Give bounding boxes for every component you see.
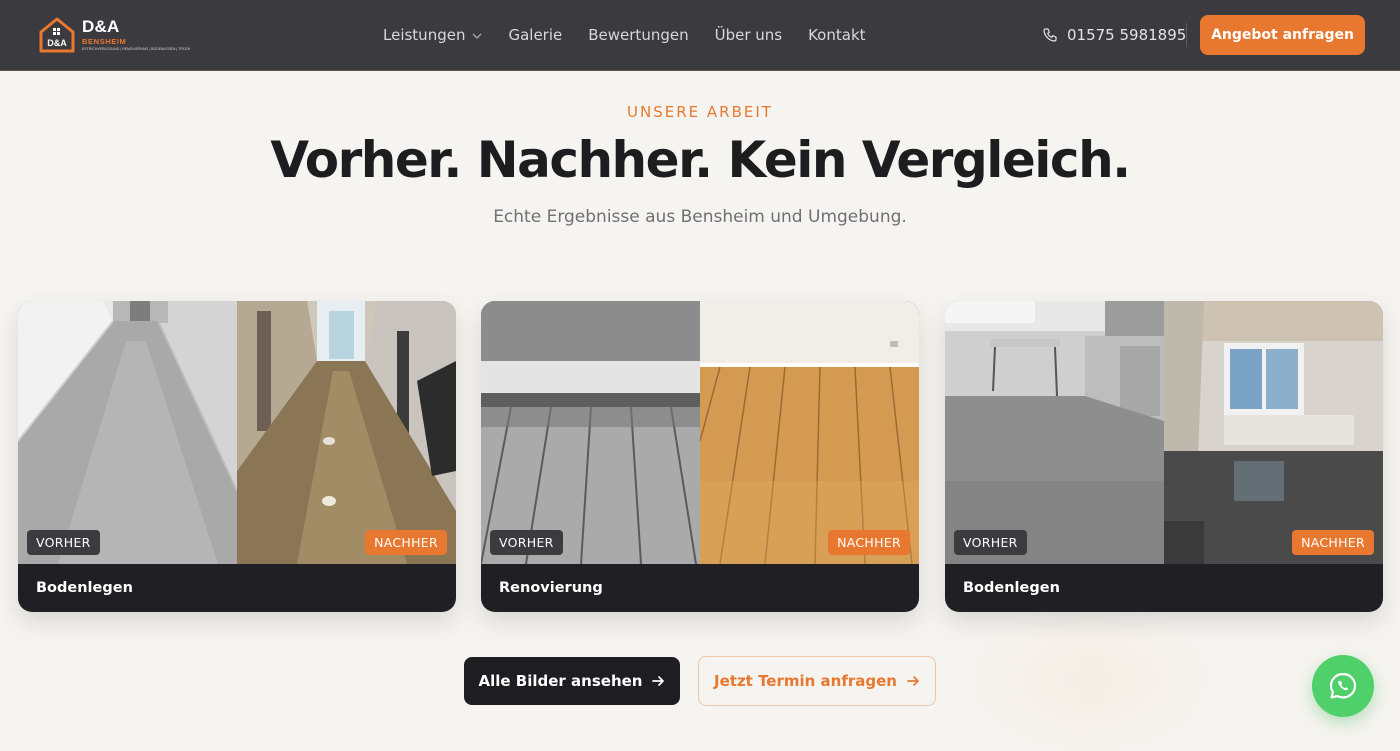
nav-item-ueber-uns[interactable]: Über uns (715, 26, 783, 44)
after-badge: NACHHER (828, 530, 910, 555)
after-image (237, 301, 456, 564)
nav-item-label: Leistungen (383, 26, 466, 44)
request-appointment-button[interactable]: Jetzt Termin anfragen (698, 656, 936, 706)
section-eyebrow: UNSERE ARBEIT (627, 103, 773, 121)
phone-link[interactable]: 01575 5981895 (1042, 24, 1186, 46)
nav-item-leistungen[interactable]: Leistungen (383, 26, 482, 44)
gallery-card[interactable]: VORHER NACHHER Renovierung (481, 301, 919, 612)
after-badge: NACHHER (365, 530, 447, 555)
site-header: D&A D&A BENSHEIM ESTRICHVERLEGUNG | RENO… (0, 0, 1400, 71)
whatsapp-icon (1329, 672, 1357, 699)
card-caption: Bodenlegen (36, 580, 133, 596)
brand-subtitle: BENSHEIM (82, 37, 127, 46)
card-caption: Renovierung (499, 580, 603, 596)
before-after-image: VORHER NACHHER (18, 301, 456, 564)
nav-item-kontakt[interactable]: Kontakt (808, 26, 865, 44)
request-appointment-label: Jetzt Termin anfragen (714, 672, 897, 690)
arrow-right-icon (907, 676, 919, 686)
house-logo-icon: D&A (39, 17, 75, 53)
gallery-card[interactable]: VORHER NACHHER Bodenlegen (945, 301, 1383, 612)
before-badge: VORHER (954, 530, 1027, 555)
before-after-image: VORHER NACHHER (481, 301, 919, 564)
chevron-down-icon (473, 33, 482, 39)
nav-item-bewertungen[interactable]: Bewertungen (588, 26, 688, 44)
brand-logo[interactable]: D&A D&A BENSHEIM ESTRICHVERLEGUNG | RENO… (38, 16, 190, 54)
card-caption: Bodenlegen (963, 580, 1060, 596)
arrow-right-icon (652, 676, 665, 686)
request-quote-button[interactable]: Angebot anfragen (1200, 15, 1365, 55)
view-all-images-label: Alle Bilder ansehen (478, 672, 643, 690)
before-image (945, 301, 1164, 564)
before-after-image: VORHER NACHHER (945, 301, 1383, 564)
main-nav: Leistungen Galerie Bewertungen Über uns … (383, 24, 892, 46)
after-image (700, 301, 919, 564)
nav-item-galerie[interactable]: Galerie (508, 26, 562, 44)
section-headline: Vorher. Nachher. Kein Vergleich. (270, 131, 1131, 189)
before-image (481, 301, 700, 564)
view-all-images-button[interactable]: Alle Bilder ansehen (464, 657, 680, 705)
before-badge: VORHER (490, 530, 563, 555)
whatsapp-button[interactable] (1312, 655, 1374, 717)
gallery-card[interactable]: VORHER NACHHER Bodenlegen (18, 301, 456, 612)
logo-house-initials: D&A (47, 38, 67, 48)
after-image (1164, 301, 1383, 564)
after-badge: NACHHER (1292, 530, 1374, 555)
brand-tagline: ESTRICHVERLEGUNG | RENOVIERUNG | BODENLE… (82, 47, 190, 51)
before-image (18, 301, 237, 564)
header-divider (1186, 23, 1187, 47)
phone-icon (1043, 28, 1057, 42)
before-badge: VORHER (27, 530, 100, 555)
brand-title: D&A (82, 17, 120, 36)
decorative-glow (960, 600, 1220, 751)
phone-number: 01575 5981895 (1067, 26, 1187, 44)
section-subline: Echte Ergebnisse aus Bensheim und Umgebu… (493, 207, 907, 227)
